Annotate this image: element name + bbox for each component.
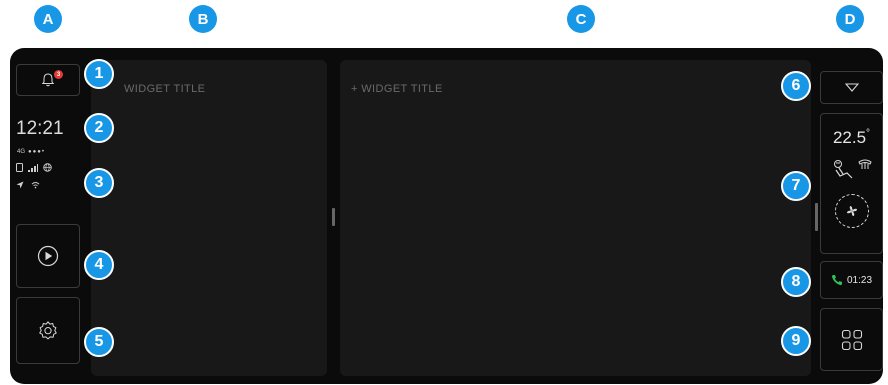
signal-bars-icon [28,163,38,172]
wifi-icon [31,182,40,189]
rear-defrost-icon[interactable] [858,158,872,170]
annotation-badge-2: 2 [84,113,114,143]
signal-dots: ●●●• [28,149,45,155]
annotation-badge-5: 5 [84,327,114,357]
annotation-badge-8: 8 [781,267,811,297]
widget-panel-main[interactable]: + WIDGET TITLE [340,60,811,376]
status-icons-row-1 [16,163,52,172]
notification-count-badge: 3 [54,70,63,79]
annotation-badge-1: 1 [84,59,114,89]
temperature-unit: ° [866,128,871,139]
annotation-badge-9: 9 [781,326,811,356]
settings-button[interactable] [16,297,80,364]
play-icon [37,245,59,267]
annotation-badge-3: 3 [84,168,114,198]
notification-button[interactable]: 3 [16,64,80,96]
infotainment-screen: 3 12:21 4G ●●●• WIDGET TITLE + WIDGET TI… [10,48,883,384]
collapse-dropdown-button[interactable] [820,71,883,104]
widget-panel-left[interactable]: WIDGET TITLE [91,60,327,376]
active-call-button[interactable]: 01:23 [820,261,883,299]
call-duration: 01:23 [846,274,873,286]
divider-handle-right[interactable] [815,203,818,231]
chevron-down-icon [844,83,859,92]
climate-control-panel[interactable]: 22.5 ° [820,113,883,254]
globe-icon [43,163,52,172]
clock: 12:21 [16,118,64,139]
seat-climate-icons [831,158,872,182]
column-label-c: C [567,5,595,33]
phone-call-icon [831,275,842,286]
media-play-button[interactable] [16,224,80,288]
temperature-value: 22.5 [832,128,867,147]
temperature-readout: 22.5 ° [833,128,870,148]
column-label-d: D [836,5,864,33]
fan-icon [846,206,857,216]
fan-control-button[interactable] [834,194,869,228]
navigation-arrow-icon [16,181,24,189]
status-icons-row-2 [16,181,40,189]
divider-handle-left[interactable] [332,208,335,226]
widget-title-left: WIDGET TITLE [124,83,206,95]
gear-icon [39,320,57,339]
network-type: 4G [17,149,26,155]
annotation-badge-4: 4 [84,250,114,280]
column-label-b: B [189,5,217,33]
phone-icon [16,163,23,172]
annotation-badge-6: 6 [781,71,811,101]
column-label-a: A [34,5,62,33]
annotation-badge-7: 7 [781,171,811,201]
app-grid-icon [841,329,862,350]
seat-heating-icon[interactable] [831,158,855,182]
app-launcher-button[interactable] [820,308,883,371]
widget-title-main: + WIDGET TITLE [351,83,443,95]
